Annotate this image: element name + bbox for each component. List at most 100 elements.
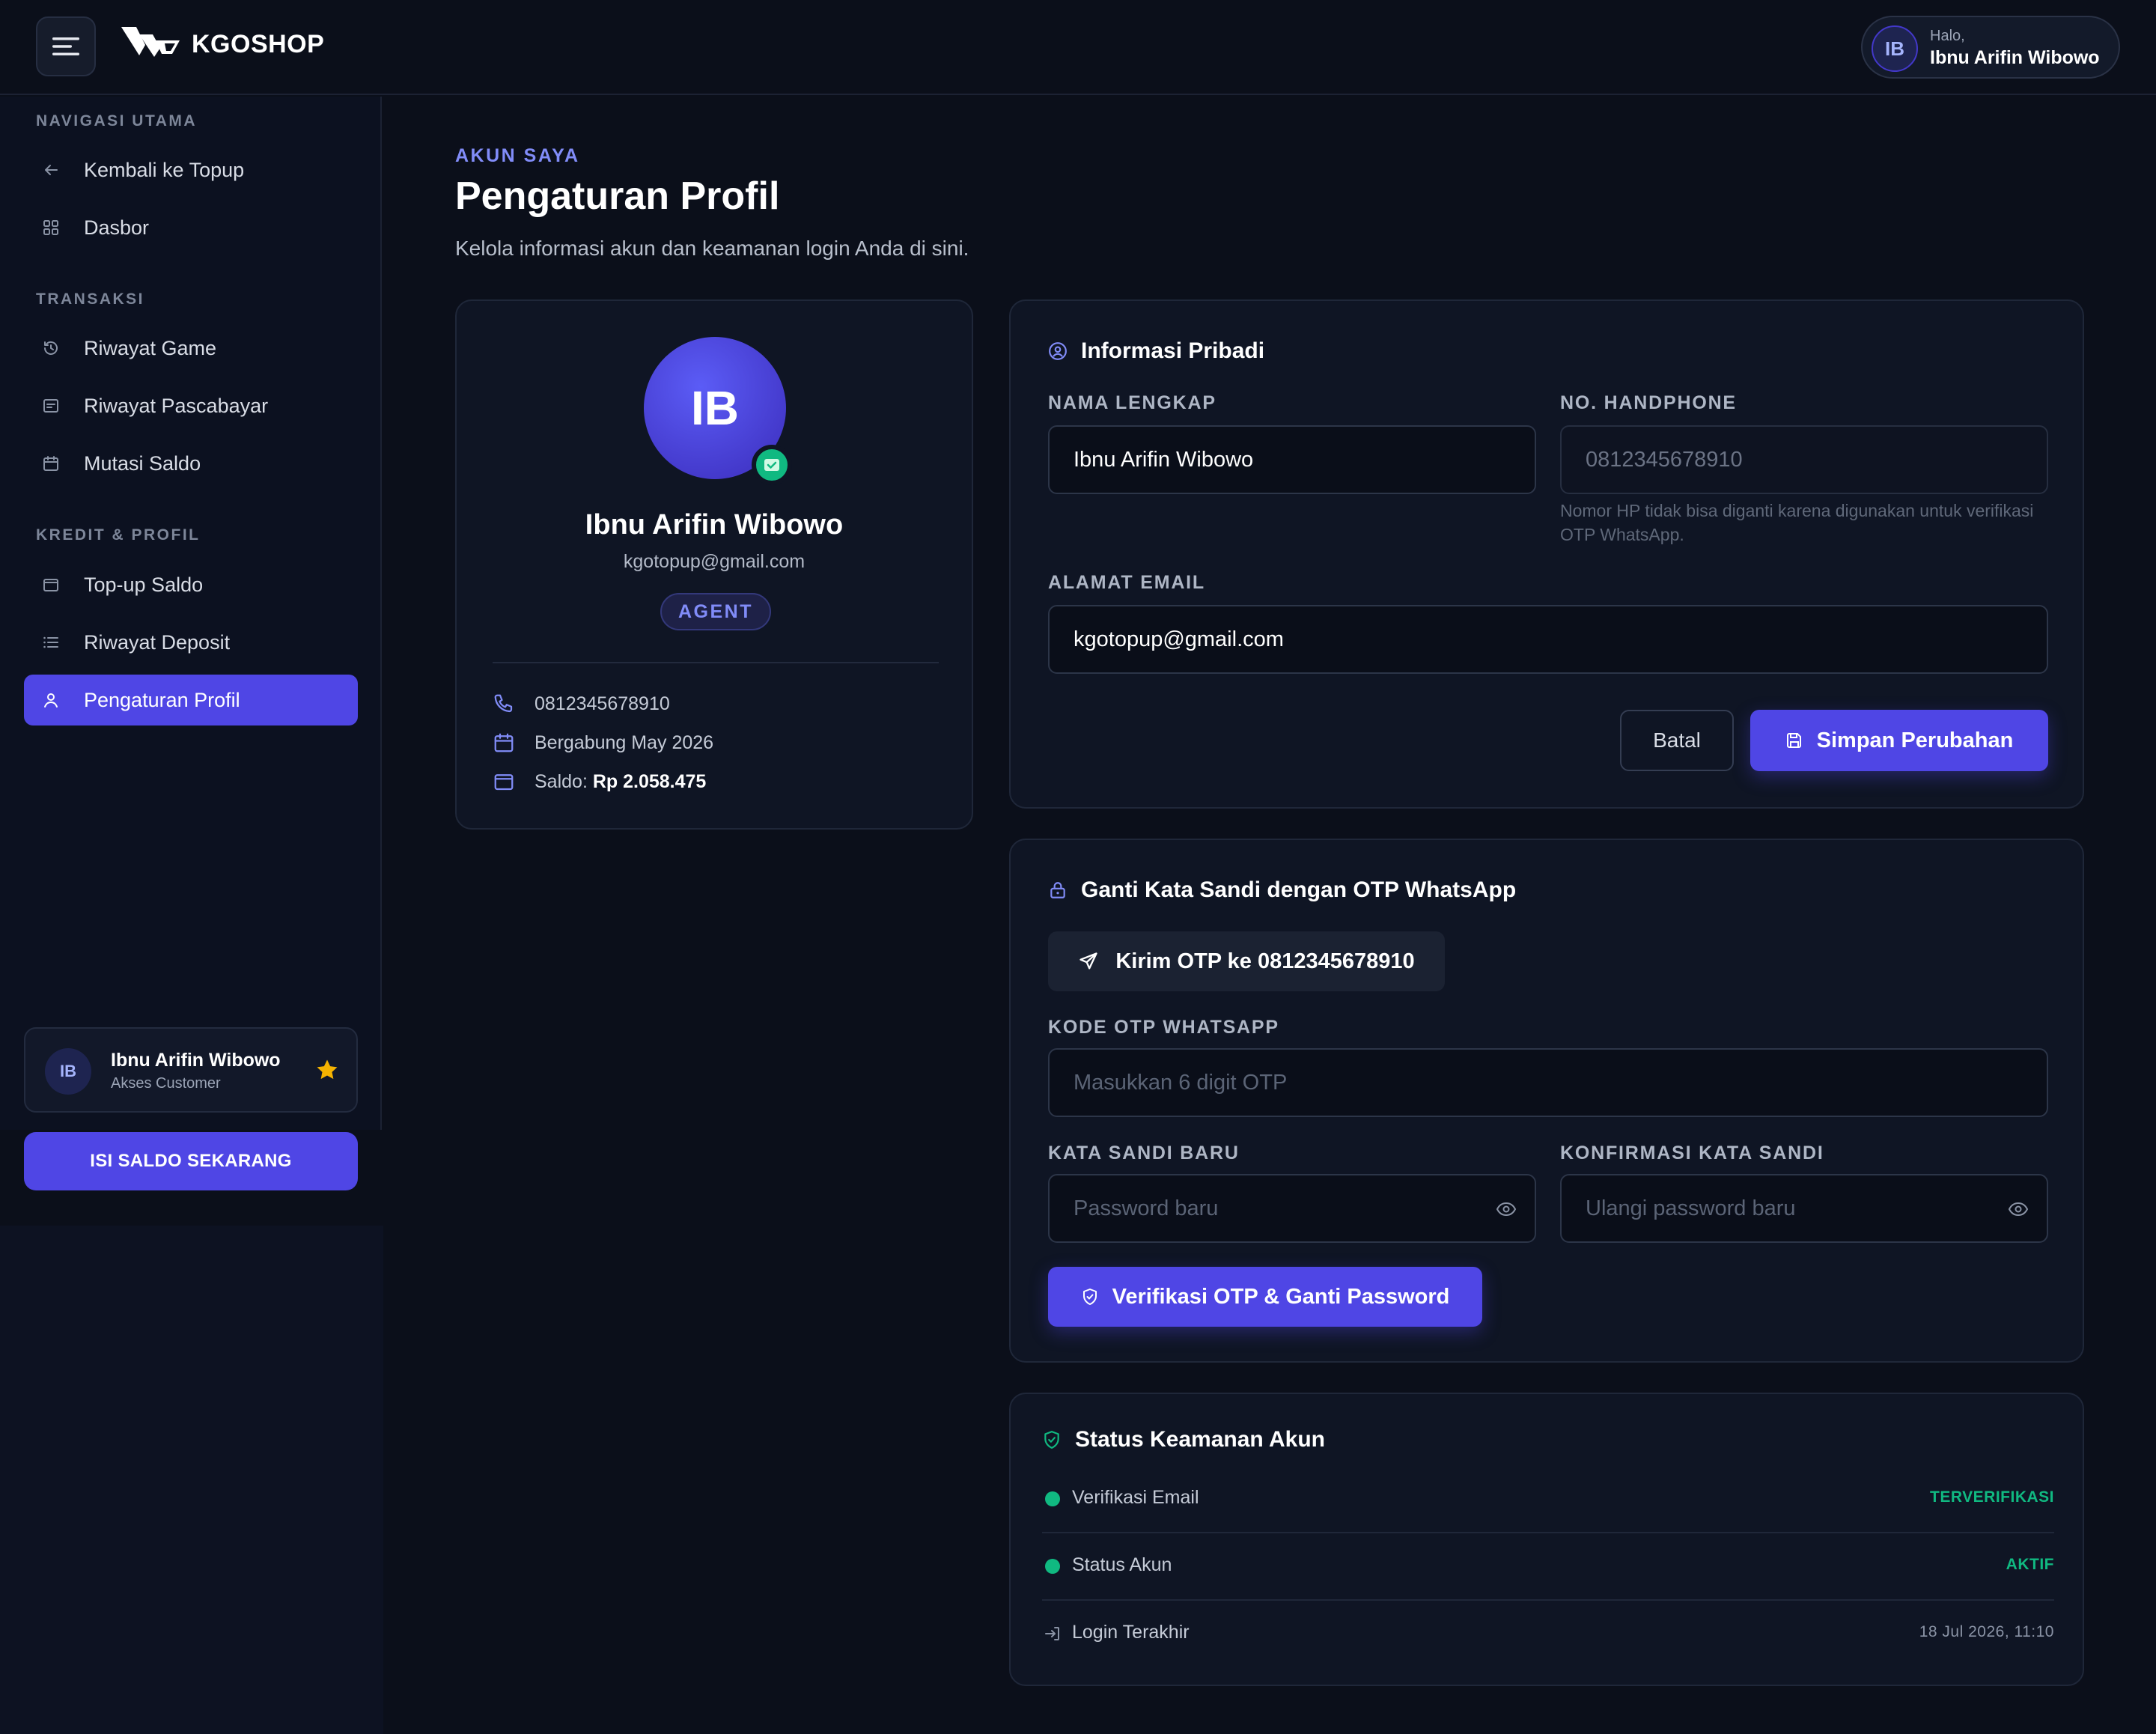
change-password-card: Ganti Kata Sandi dengan OTP WhatsApp Kir… <box>1009 839 2084 1363</box>
sidebar-section-title: NAVIGASI UTAMA <box>36 112 198 130</box>
brand-name[interactable]: KGOSHOP <box>192 30 324 59</box>
security-row-account: Status Akun AKTIF <box>1042 1533 2054 1601</box>
brand-logo-icon[interactable] <box>120 24 181 60</box>
user-circle-icon <box>1048 341 1068 361</box>
personal-info-card: Informasi Pribadi NAMA LENGKAP Ibnu Arif… <box>1009 299 2084 809</box>
profile-balance-row: Saldo: Rp 2.058.475 <box>493 768 706 795</box>
personal-info-title: Informasi Pribadi <box>1048 338 1264 364</box>
sidebar-item-label: Riwayat Deposit <box>84 630 231 654</box>
otp-label: KODE OTP WHATSAPP <box>1048 1017 1279 1038</box>
hamburger-icon <box>52 36 79 57</box>
sidebar-item-game-history[interactable]: Riwayat Game <box>24 323 358 374</box>
sidebar-item-deposit-history[interactable]: Riwayat Deposit <box>24 617 358 668</box>
new-password-input[interactable]: Password baru <box>1048 1174 1536 1243</box>
sidebar-footer-area <box>0 1226 383 1734</box>
sidebar-item-back-to-topup[interactable]: Kembali ke Topup <box>24 144 358 195</box>
sidebar-item-topup-balance[interactable]: Top-up Saldo <box>24 559 358 610</box>
profile-name: Ibnu Arifin Wibowo <box>585 509 844 541</box>
phone-hint: Nomor HP tidak bisa diganti karena digun… <box>1560 501 2034 544</box>
user-icon <box>42 691 60 709</box>
sidebar-item-label: Top-up Saldo <box>84 573 204 596</box>
top-up-now-button[interactable]: ISI SALDO SEKARANG <box>24 1132 358 1190</box>
profile-joined-row: Bergabung May 2026 <box>493 729 713 756</box>
shield-check-icon <box>1081 1288 1099 1306</box>
security-row-email: Verifikasi Email TERVERIFIKASI <box>1042 1466 2054 1533</box>
phone-icon <box>493 693 515 715</box>
calendar-icon <box>493 731 515 754</box>
breadcrumb: AKUN SAYA <box>455 145 580 166</box>
status-badge: TERVERIFIKASI <box>1930 1488 2054 1506</box>
sidebar-item-label: Mutasi Saldo <box>84 451 201 475</box>
sidebar-section-title: KREDIT & PROFIL <box>36 526 201 544</box>
avatar: IB <box>45 1048 91 1095</box>
save-icon <box>1785 731 1803 749</box>
lock-icon <box>1048 880 1068 900</box>
otp-input[interactable]: Masukkan 6 digit OTP <box>1048 1048 2048 1117</box>
sidebar-item-label: Dasbor <box>84 216 150 239</box>
confirm-password-label: KONFIRMASI KATA SANDI <box>1560 1143 1824 1163</box>
profile-phone-row: 0812345678910 <box>493 690 670 717</box>
page-subtitle: Kelola informasi akun dan keamanan login… <box>455 237 969 260</box>
balance-label: Saldo: <box>535 770 588 792</box>
history-icon <box>42 339 60 357</box>
email-input[interactable]: kgotopup@gmail.com <box>1048 605 2048 674</box>
user-menu-chip[interactable]: IB Halo, Ibnu Arifin Wibowo <box>1861 16 2120 79</box>
sidebar-item-postpaid-history[interactable]: Riwayat Pascabayar <box>24 380 358 431</box>
verified-badge-icon <box>752 445 792 485</box>
arrow-left-icon <box>42 161 60 179</box>
save-changes-button[interactable]: Simpan Perubahan <box>1750 710 2048 771</box>
sidebar: NAVIGASI UTAMA Kembali ke Topup Dasbor T… <box>0 97 382 1190</box>
header-user-name: Ibnu Arifin Wibowo <box>1930 47 2100 68</box>
top-bar: KGOSHOP IB Halo, Ibnu Arifin Wibowo <box>0 0 2156 95</box>
sidebar-item-profile-settings[interactable]: Pengaturan Profil <box>24 675 358 725</box>
full-name-label: NAMA LENGKAP <box>1048 392 1216 413</box>
status-badge: AKTIF <box>2006 1556 2054 1573</box>
sidebar-item-dashboard[interactable]: Dasbor <box>24 202 358 253</box>
wallet-icon <box>42 576 60 594</box>
new-password-label: KATA SANDI BARU <box>1048 1143 1240 1163</box>
sidebar-item-label: Riwayat Pascabayar <box>84 394 269 417</box>
greeting-text: Halo, <box>1930 28 1965 44</box>
role-badge: AGENT <box>660 593 771 630</box>
status-dot-icon <box>1045 1559 1060 1574</box>
send-otp-button[interactable]: Kirim OTP ke 0812345678910 <box>1048 931 1445 991</box>
last-login-timestamp: 18 Jul 2026, 11:10 <box>1919 1623 2054 1640</box>
avatar: IB <box>1872 25 1918 72</box>
sidebar-item-label: Pengaturan Profil <box>84 688 240 711</box>
profile-joined: Bergabung May 2026 <box>535 731 714 753</box>
eye-icon[interactable] <box>2008 1200 2029 1218</box>
page-title: Pengaturan Profil <box>455 174 780 218</box>
divider <box>493 662 939 663</box>
security-status-card: Status Keamanan Akun Verifikasi Email TE… <box>1009 1393 2084 1686</box>
sidebar-user-card[interactable]: IB Ibnu Arifin Wibowo Akses Customer <box>24 1027 358 1113</box>
profile-email: kgotopup@gmail.com <box>623 551 806 572</box>
list-icon <box>42 633 60 651</box>
balance-value: Rp 2.058.475 <box>592 770 707 792</box>
phone-input: 0812345678910 <box>1560 425 2048 494</box>
change-password-title: Ganti Kata Sandi dengan OTP WhatsApp <box>1048 877 1516 903</box>
cancel-button[interactable]: Batal <box>1620 710 1734 771</box>
receipt-icon <box>42 397 60 415</box>
verify-otp-change-password-button[interactable]: Verifikasi OTP & Ganti Password <box>1048 1267 1482 1327</box>
security-row-last-login: Login Terakhir 18 Jul 2026, 11:10 <box>1042 1601 2054 1668</box>
calendar-icon <box>42 454 60 472</box>
wallet-icon <box>493 770 515 793</box>
shield-check-icon <box>1042 1430 1062 1449</box>
sidebar-user-name: Ibnu Arifin Wibowo <box>111 1050 281 1071</box>
sidebar-item-label: Kembali ke Topup <box>84 158 245 181</box>
login-icon <box>1044 1625 1062 1643</box>
menu-toggle-button[interactable] <box>36 16 96 76</box>
send-icon <box>1078 951 1099 972</box>
sidebar-section-title: TRANSAKSI <box>36 290 145 308</box>
status-dot-icon <box>1045 1491 1060 1506</box>
sidebar-item-balance-mutation[interactable]: Mutasi Saldo <box>24 438 358 489</box>
star-icon <box>314 1057 340 1083</box>
sidebar-user-role: Akses Customer <box>111 1075 221 1092</box>
confirm-password-input[interactable]: Ulangi password baru <box>1560 1174 2048 1243</box>
email-label: ALAMAT EMAIL <box>1048 572 1205 593</box>
security-status-title: Status Keamanan Akun <box>1042 1427 1325 1452</box>
profile-phone: 0812345678910 <box>535 693 670 714</box>
eye-icon[interactable] <box>1496 1200 1517 1218</box>
full-name-input[interactable]: Ibnu Arifin Wibowo <box>1048 425 1536 494</box>
sidebar-item-label: Riwayat Game <box>84 336 217 359</box>
